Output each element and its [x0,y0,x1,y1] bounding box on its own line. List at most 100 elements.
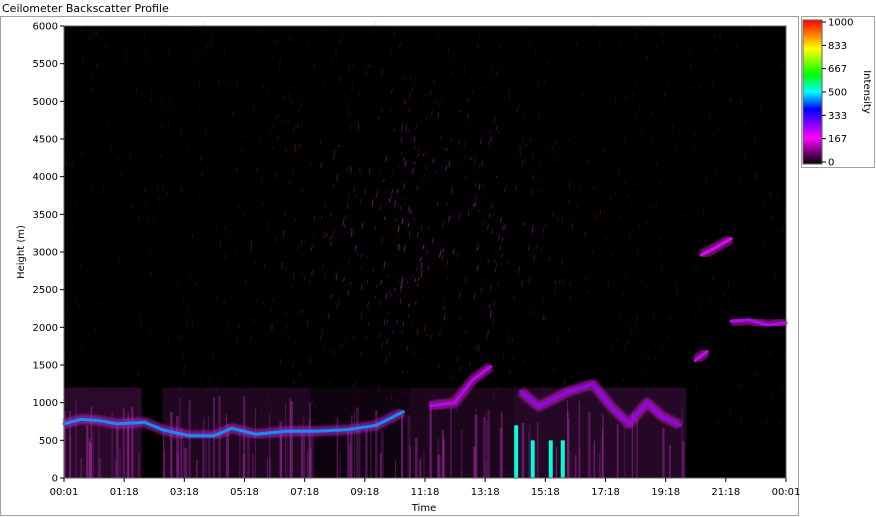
noise-speck [279,358,282,365]
noise-speck [285,310,288,316]
noise-speck [719,34,722,38]
noise-speck [399,206,402,212]
noise-speck [393,287,396,292]
noise-speck [413,161,416,165]
noise-speck [244,135,247,138]
noise-speck [262,84,265,90]
noise-speck [272,123,275,129]
noise-speck [303,277,306,281]
noise-speck [684,212,687,217]
noise-speck [585,277,588,282]
x-tick-label: 13:18 [471,487,500,498]
noise-speck [654,355,656,361]
y-tick-label: 6000 [33,22,58,33]
noise-speck [478,31,481,36]
noise-speck [341,34,344,41]
noise-speck [494,268,497,272]
noise-speck [493,117,496,123]
noise-speck [187,304,190,311]
noise-speck [306,320,309,327]
noise-speck [759,104,762,110]
y-tick-label: 2500 [33,285,58,296]
noise-speck [569,137,572,142]
noise-speck [533,254,536,262]
noise-speck [493,251,496,256]
noise-speck [394,200,396,208]
noise-speck [487,142,490,146]
noise-speck [414,300,417,305]
noise-speck [619,312,622,319]
noise-speck [607,280,610,287]
noise-speck [256,299,259,303]
noise-speck [451,373,454,379]
noise-speck [242,212,245,217]
noise-speck [470,78,472,82]
noise-speck [749,26,752,32]
noise-speck [474,201,477,207]
noise-speck [571,373,574,380]
noise-speck [495,125,498,131]
noise-speck [593,213,596,221]
noise-speck [641,368,644,373]
noise-speck [701,296,704,300]
noise-speck [628,318,631,323]
noise-speck [360,265,363,270]
noise-speck [644,175,647,179]
y-tick-label: 0 [52,474,58,485]
noise-speck [478,164,481,170]
noise-speck [531,191,533,197]
noise-speck [385,273,388,278]
colorbar-tick-label: 833 [828,41,847,52]
noise-speck [334,47,337,55]
noise-speckle [64,20,786,433]
noise-speck [366,279,369,284]
noise-speck [773,165,776,168]
noise-speck [407,206,410,212]
noise-speck [359,198,362,204]
noise-speck [427,264,430,271]
noise-speck [129,151,132,157]
noise-speck [161,388,164,392]
noise-speck [443,313,446,321]
noise-speck [422,244,425,250]
noise-speck [500,262,503,266]
noise-speck [495,262,498,268]
noise-speck [783,353,786,358]
noise-speck [551,145,554,152]
noise-speck [379,205,382,211]
noise-speck [205,269,208,273]
noise-speck [650,204,653,208]
noise-speck [333,228,336,234]
noise-speck [301,271,303,277]
noise-speck [655,162,658,167]
noise-speck [501,236,504,241]
noise-speck [349,281,352,285]
noise-speck [658,180,661,187]
noise-speck [221,380,224,384]
noise-speck [514,186,517,192]
noise-speck [403,245,406,253]
noise-speck [78,303,81,308]
noise-speck [714,171,717,178]
noise-speck [596,214,599,219]
noise-speck [624,137,627,145]
noise-speck [413,145,416,149]
noise-speck [211,351,214,359]
noise-speck [290,283,293,289]
noise-speck [289,85,292,89]
noise-speck [81,27,83,33]
noise-speck [361,222,364,229]
noise-speck [358,90,361,96]
noise-speck [537,199,540,202]
noise-speck [391,330,394,333]
noise-speck [693,143,696,150]
noise-speck [330,241,333,246]
noise-speck [713,156,716,163]
noise-speck [150,90,153,94]
noise-speck [252,105,255,113]
noise-speck [189,271,192,277]
noise-speck [383,216,386,220]
noise-speck [493,258,496,264]
noise-speck [744,347,747,351]
noise-speck [380,107,383,113]
